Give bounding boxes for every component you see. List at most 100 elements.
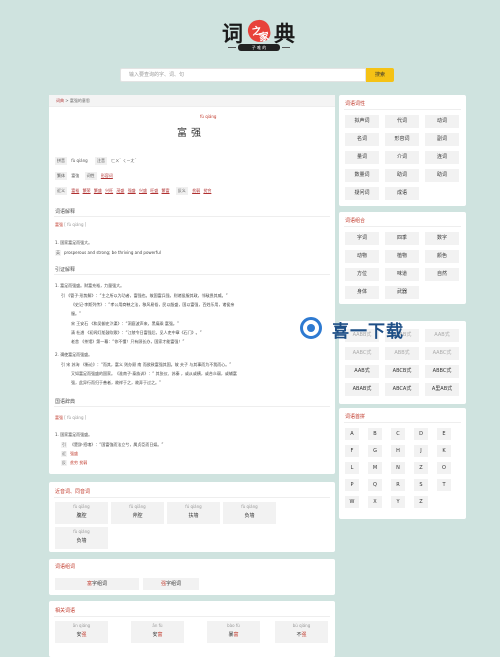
cixing-chip[interactable]: 助词 [385,169,419,182]
antonym-link[interactable]: 贫弱 [192,188,200,193]
geshi-chip[interactable]: AAB式 [345,365,379,378]
zuhe-chip[interactable]: 四季 [385,232,419,245]
synonym-link[interactable]: 繁盛 [94,188,102,193]
letter-button[interactable]: B [368,428,382,440]
zuhe-chip[interactable]: 数字 [425,232,459,245]
letter-button[interactable]: M [368,462,382,474]
letter-button[interactable]: X [368,496,382,508]
letter-button[interactable]: Y [391,496,405,508]
related-word-card[interactable]: ān qiáng 安强 [55,621,108,643]
geshi-chip[interactable]: AAB式 [425,329,459,342]
geshi-chip[interactable]: ABCB式 [385,365,419,378]
cixing-chip[interactable]: 形容词 [385,133,419,146]
cixing-chip[interactable]: 代词 [385,115,419,128]
related-word-card[interactable]: bào fù 暴富 [207,621,260,643]
cixing-chip[interactable]: 量词 [345,151,379,164]
side-zuhe-title: 词语组合 [345,218,366,224]
synonym-link[interactable]: 繁荣 [83,188,91,193]
zuhe-chip[interactable]: 动物 [345,250,379,263]
letter-button[interactable]: Q [368,479,382,491]
related-word-card[interactable]: bù qiáng 不强 [275,621,328,643]
cixing-chip[interactable]: 助词 [425,169,459,182]
cixing-chip[interactable]: 连词 [425,151,459,164]
geshi-chip[interactable]: A里AB式 [425,383,459,396]
synonym-link[interactable]: 兴盛 [139,188,147,193]
letter-button[interactable]: P [345,479,359,491]
fu-zuci-button[interactable]: 富字组词 [55,578,139,590]
cixing-link[interactable]: 形容词 [101,173,113,178]
synonym-link[interactable]: 繁富 [162,188,170,193]
near-word-card[interactable]: fú qiáng 扶墙 [167,502,220,524]
letter-button[interactable]: C [391,428,405,440]
near-word-card[interactable]: fǔ qiāng 斧腔 [111,502,164,524]
search-input[interactable]: 输入要查询的字、词、句 [120,68,366,82]
related-word-pinyin: ān fù [152,623,163,628]
synonym-marker: 近 [61,451,67,457]
letter-button[interactable]: Z [414,496,428,508]
cixing-tag: 词性 [84,172,97,180]
letter-button[interactable]: W [345,496,359,508]
search-button[interactable]: 搜索 [366,68,394,82]
cixing-chip[interactable]: 拟声词 [345,115,379,128]
zuhe-chip[interactable]: 味道 [385,268,419,281]
geshi-chip[interactable]: ABCA式 [385,383,419,396]
cixing-chip[interactable]: 疑问词 [345,187,379,200]
zuhe-chip[interactable]: 自然 [425,268,459,281]
cixing-chip[interactable]: 介词 [385,151,419,164]
synonym-link[interactable]: 富裕 [71,188,79,193]
breadcrumb-home[interactable]: 词典 [56,98,64,103]
letter-button[interactable]: G [368,445,382,457]
yz-2: 2. 谓使富足而强盛。 [55,352,93,357]
near-word-pinyin: fú qiáng [185,504,202,509]
zuhe-chip[interactable]: 植物 [385,250,419,263]
letter-button[interactable]: L [345,462,359,474]
geshi-chip[interactable]: ABAB式 [345,383,379,396]
letter-button[interactable]: Z [414,462,428,474]
geshi-chip[interactable]: AABC式 [345,347,379,360]
synonym-link[interactable]: 旺盛 [150,188,158,193]
antonym-link[interactable]: 贫穷 [203,188,211,193]
geshi-chip[interactable]: ABBC式 [425,365,459,378]
letter-button[interactable]: A [345,428,359,440]
letter-button[interactable]: H [391,445,405,457]
zuhe-chip[interactable]: 武器 [385,286,419,299]
cidian-head-pinyin: [ fù qiáng ] [64,415,87,420]
zuhe-chip[interactable]: 字词 [345,232,379,245]
cd-1b-text[interactable]: 强盛 [70,451,78,456]
related-words-panel: 相关词语 ān qiáng 安强 ān fù 安富 bào fù 暴富 bù qián… [49,601,335,657]
word-title: 富强 [177,128,205,139]
synonym-link[interactable]: 兴旺 [105,188,113,193]
geshi-chip[interactable]: ABB式 [385,347,419,360]
zuhe-chip[interactable]: 方位 [345,268,379,281]
letter-button[interactable]: F [345,445,359,457]
letter-button[interactable]: R [391,479,405,491]
cixing-chip[interactable]: 动词 [425,115,459,128]
cixing-chip[interactable]: 名词 [345,133,379,146]
letter-button[interactable]: S [414,479,428,491]
cixing-chip[interactable]: 成语 [385,187,419,200]
letter-button[interactable]: N [391,462,405,474]
geshi-chip[interactable]: AABC式 [425,347,459,360]
cixing-chip[interactable]: 数量词 [345,169,379,182]
near-word-card[interactable]: fù qiáng 负墙 [55,527,108,549]
related-word-card[interactable]: ān fù 安富 [131,621,184,643]
jieshi-head-pinyin: [ fù qiáng ] [64,222,87,227]
synonym-link[interactable]: 强盛 [128,188,136,193]
letter-button[interactable]: K [437,445,451,457]
letter-button[interactable]: D [414,428,428,440]
site-logo[interactable]: 词 之 家 典 子 唯 的 [222,18,296,52]
zuhe-chip[interactable]: 身体 [345,286,379,299]
cd-1c-text[interactable]: 贫穷 贫弱 [70,460,87,465]
logo-subtitle-text: 子 唯 的 [238,44,280,51]
cixing-chip[interactable]: 副词 [425,133,459,146]
near-word-card[interactable]: fù qiáng 负墙 [223,502,276,524]
yz-1: 1. 富足而强盛。财富充裕，力量强大。 [55,283,125,288]
letter-button[interactable]: J [414,445,428,457]
qiang-zuci-button[interactable]: 强字组词 [143,578,199,590]
near-word-card[interactable]: fù qiāng 腹腔 [55,502,108,524]
letter-button[interactable]: T [437,479,451,491]
zuhe-chip[interactable]: 颜色 [425,250,459,263]
letter-button[interactable]: E [437,428,451,440]
synonym-link[interactable]: 茂盛 [116,188,124,193]
letter-button[interactable]: O [437,462,451,474]
